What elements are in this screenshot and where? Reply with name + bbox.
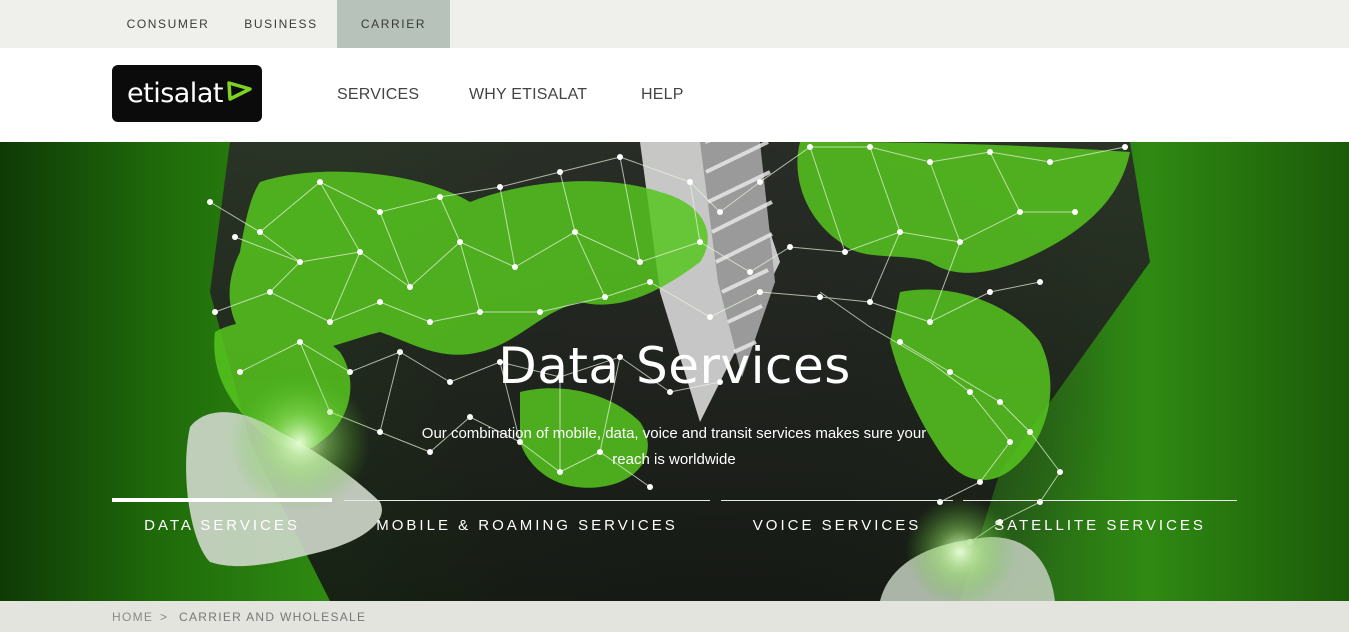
tab-label: DATA SERVICES: [144, 517, 300, 534]
tab-satellite-services[interactable]: SATELLITE SERVICES: [963, 500, 1237, 544]
tab-indicator: [112, 498, 332, 502]
breadcrumb: HOME > CARRIER AND WHOLESALE: [0, 601, 1349, 632]
hero-title: Data Services: [498, 337, 851, 395]
tab-data-services[interactable]: DATA SERVICES: [112, 498, 332, 544]
breadcrumb-home[interactable]: HOME: [112, 610, 153, 624]
nav-help[interactable]: HELP: [641, 86, 684, 104]
tab-mobile-roaming-services[interactable]: MOBILE & ROAMING SERVICES: [344, 500, 710, 544]
breadcrumb-current: CARRIER AND WHOLESALE: [179, 610, 367, 624]
tab-indicator: [963, 500, 1237, 501]
segment-business[interactable]: BUSINESS: [225, 0, 337, 48]
tab-label: VOICE SERVICES: [752, 517, 922, 534]
tab-label: MOBILE & ROAMING SERVICES: [376, 517, 678, 534]
tab-indicator: [721, 500, 953, 501]
segment-bar: CONSUMER BUSINESS CARRIER: [0, 0, 1349, 48]
logo-mark-icon: [227, 80, 252, 101]
nav-why-etisalat[interactable]: WHY ETISALAT: [469, 86, 587, 104]
hero-subtitle: Our combination of mobile, data, voice a…: [421, 425, 927, 468]
nav-services[interactable]: SERVICES: [337, 86, 419, 104]
tab-indicator: [344, 500, 710, 501]
site-header: etisalat SERVICES WHY ETISALAT HELP: [0, 48, 1349, 142]
breadcrumb-separator: >: [160, 610, 169, 624]
tab-label: SATELLITE SERVICES: [994, 517, 1206, 534]
etisalat-logo[interactable]: etisalat: [112, 65, 262, 122]
logo-text: etisalat: [127, 78, 223, 109]
segment-consumer[interactable]: CONSUMER: [112, 0, 224, 48]
tab-voice-services[interactable]: VOICE SERVICES: [721, 500, 953, 544]
hero-banner: Data Services Our combination of mobile,…: [0, 142, 1349, 601]
segment-carrier[interactable]: CARRIER: [337, 0, 450, 48]
